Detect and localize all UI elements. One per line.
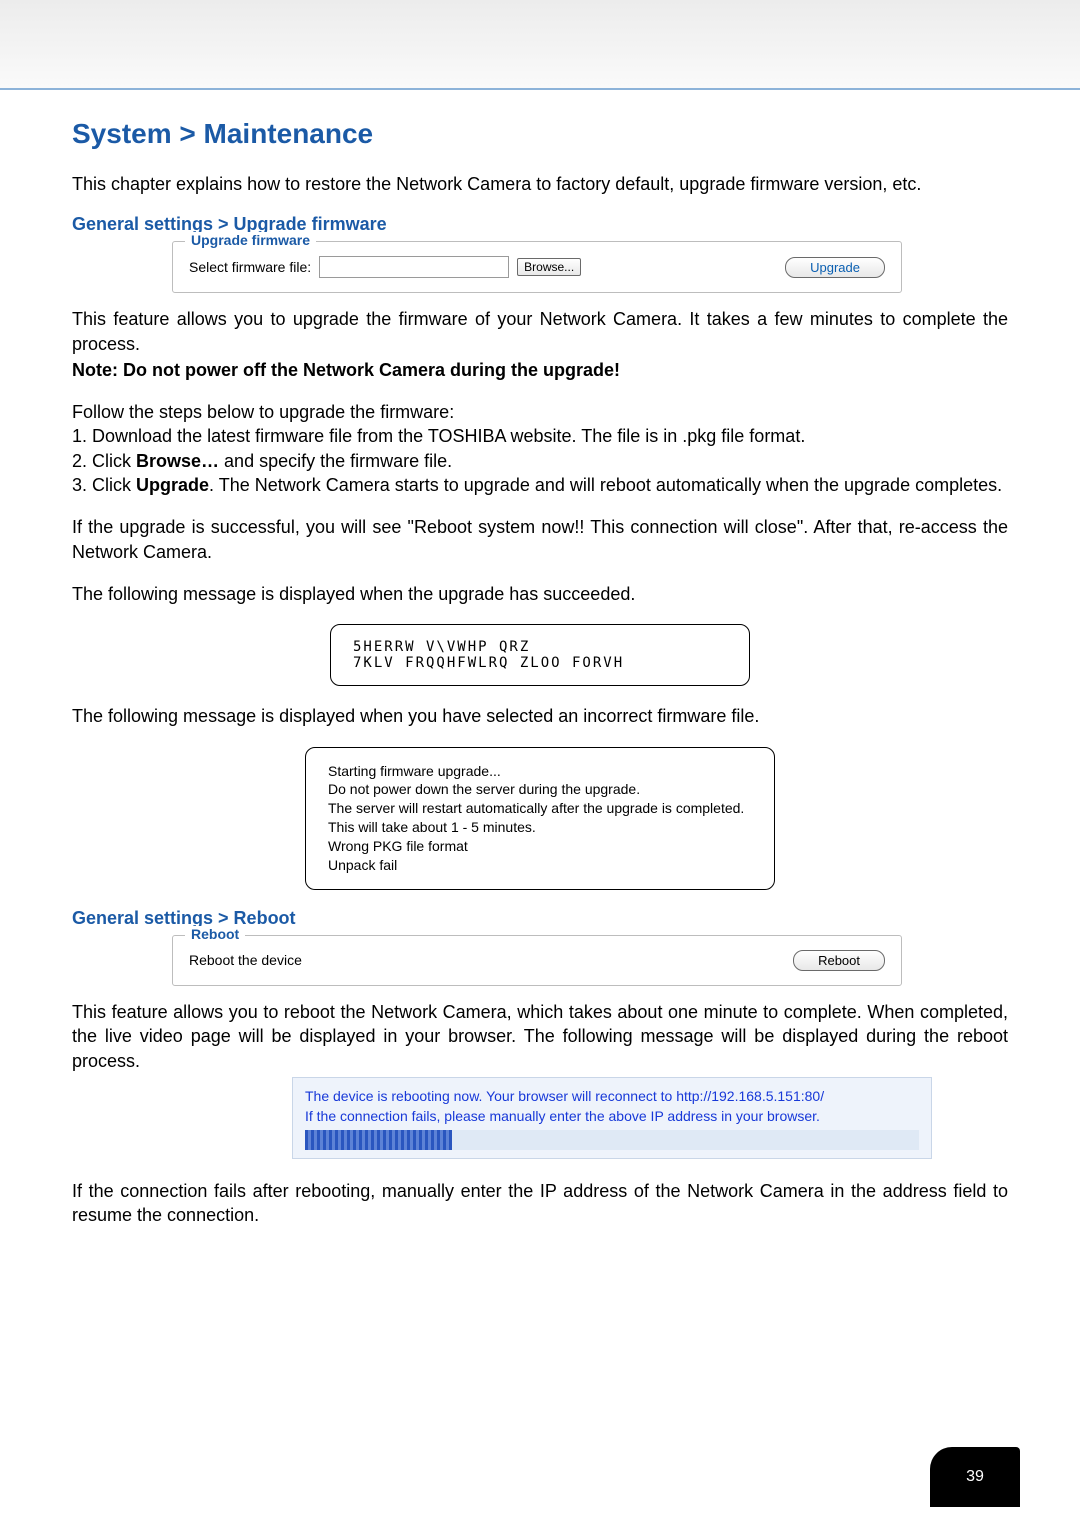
blue-line-1: The device is rebooting now. Your browse… (305, 1088, 919, 1104)
reboot-label: Reboot the device (189, 952, 302, 968)
fail-line-1: Starting firmware upgrade... (328, 762, 752, 781)
succeed-message-box: 5HERRW V\VWHP QRZ 7KLV FRQQHFWLRQ ZLOO F… (330, 624, 750, 686)
step-3b: Upgrade (136, 475, 209, 495)
top-band (0, 0, 1080, 90)
after-reboot-paragraph: If the connection fails after rebooting,… (72, 1179, 1008, 1228)
step-2b: Browse… (136, 451, 219, 471)
browse-button[interactable]: Browse... (517, 258, 581, 276)
step-2c: and specify the firmware file. (219, 451, 452, 471)
blue-line-2: If the connection fails, please manually… (305, 1108, 919, 1124)
reboot-button[interactable]: Reboot (793, 950, 885, 971)
upgrade-fieldset: Upgrade firmware Select firmware file: B… (172, 241, 902, 293)
reboot-progress-fill (305, 1130, 452, 1150)
upgrade-button[interactable]: Upgrade (785, 257, 885, 278)
fail-line-4: This will take about 1 - 5 minutes. (328, 818, 752, 837)
success-paragraph: If the upgrade is successful, you will s… (72, 515, 1008, 564)
reboot-row: Reboot the device Reboot (189, 950, 885, 971)
document-page: System > Maintenance This chapter explai… (0, 0, 1080, 1527)
upgrade-desc: This feature allows you to upgrade the f… (72, 307, 1008, 356)
succeed-intro: The following message is displayed when … (72, 582, 1008, 606)
reboot-fieldset-wrap: Reboot Reboot the device Reboot (172, 935, 902, 986)
firmware-file-input[interactable] (319, 256, 509, 278)
reboot-legend: Reboot (185, 926, 245, 942)
fail-line-2: Do not power down the server during the … (328, 780, 752, 799)
step-1: 1. Download the latest firmware file fro… (72, 424, 1008, 448)
step-2: 2. Click Browse… and specify the firmwar… (72, 449, 1008, 473)
page-content: System > Maintenance This chapter explai… (0, 90, 1080, 1227)
upgrade-note: Note: Do not power off the Network Camer… (72, 358, 1008, 382)
fail-line-3: The server will restart automatically af… (328, 799, 752, 818)
page-title: System > Maintenance (72, 118, 1008, 150)
step-2a: 2. Click (72, 451, 136, 471)
upgrade-legend: Upgrade firmware (185, 232, 316, 248)
fail-intro: The following message is displayed when … (72, 704, 1008, 728)
reboot-desc: This feature allows you to reboot the Ne… (72, 1000, 1008, 1073)
step-3: 3. Click Upgrade. The Network Camera sta… (72, 473, 1008, 497)
page-number-tab: 39 (930, 1447, 1020, 1507)
page-number: 39 (966, 1468, 984, 1486)
upgrade-steps: Follow the steps below to upgrade the fi… (72, 400, 1008, 497)
upgrade-row: Select firmware file: Browse... Upgrade (189, 256, 885, 278)
step-3a: 3. Click (72, 475, 136, 495)
reboot-fieldset: Reboot Reboot the device Reboot (172, 935, 902, 986)
reboot-progress-track (305, 1130, 919, 1150)
fail-line-5: Wrong PKG file format (328, 837, 752, 856)
fail-message-box: Starting firmware upgrade... Do not powe… (305, 747, 775, 890)
select-firmware-label: Select firmware file: (189, 259, 311, 275)
steps-intro: Follow the steps below to upgrade the fi… (72, 400, 1008, 424)
rebooting-message-box: The device is rebooting now. Your browse… (292, 1077, 932, 1159)
fail-line-6: Unpack fail (328, 856, 752, 875)
intro-paragraph: This chapter explains how to restore the… (72, 172, 1008, 196)
upgrade-fieldset-wrap: Upgrade firmware Select firmware file: B… (172, 241, 902, 293)
step-3c: . The Network Camera starts to upgrade a… (209, 475, 1002, 495)
